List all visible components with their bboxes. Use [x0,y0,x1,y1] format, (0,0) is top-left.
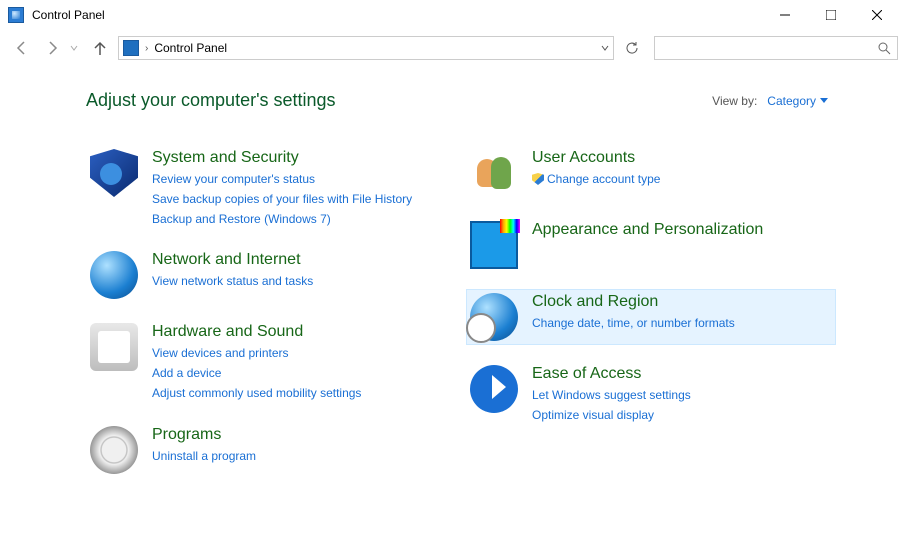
right-column: User Accounts Change account type Appearan… [466,145,836,494]
category-links: Change account type [532,171,660,188]
category-link[interactable]: Change date, time, or number formats [532,315,735,332]
category-title[interactable]: Hardware and Sound [152,323,361,341]
category-ease-access[interactable]: Ease of Access Let Windows suggest settin… [466,361,836,428]
recent-locations-button[interactable] [70,41,82,55]
category-body: Programs Uninstall a program [152,426,256,465]
category-links: Change date, time, or number formats [532,315,735,332]
navigation-bar: › Control Panel [0,30,908,66]
category-body: Clock and Region Change date, time, or nu… [532,293,735,332]
appear-icon [470,221,518,269]
search-icon [877,41,891,55]
category-clock-region[interactable]: Clock and Region Change date, time, or nu… [466,289,836,345]
up-button[interactable] [88,36,112,60]
address-text: Control Panel [154,41,227,55]
category-link[interactable]: View devices and printers [152,345,361,362]
category-link[interactable]: Review your computer's status [152,171,412,188]
category-body: Appearance and Personalization [532,221,763,243]
category-title[interactable]: System and Security [152,149,412,167]
hw-icon [90,323,138,371]
close-button[interactable] [854,0,900,30]
category-hardware[interactable]: Hardware and Sound View devices and print… [86,319,456,405]
category-link[interactable]: Change account type [532,171,660,188]
control-panel-icon [8,7,24,23]
view-by: View by: Category [712,94,828,108]
shield-icon [90,149,138,197]
users-icon [470,149,518,197]
category-body: System and Security Review your computer'… [152,149,412,227]
category-network[interactable]: Network and Internet View network status … [86,247,456,303]
view-by-dropdown[interactable]: Category [767,94,828,108]
category-columns: System and Security Review your computer'… [86,145,908,494]
search-box[interactable] [654,36,898,60]
category-title[interactable]: Network and Internet [152,251,313,269]
chevron-right-icon: › [145,43,148,54]
category-link[interactable]: Adjust commonly used mobility settings [152,385,361,402]
address-dropdown[interactable] [601,44,609,52]
category-title[interactable]: Clock and Region [532,293,735,311]
window-controls [762,0,900,30]
search-input[interactable] [661,41,877,55]
back-button[interactable] [10,36,34,60]
control-panel-icon [123,40,139,56]
category-body: Hardware and Sound View devices and print… [152,323,361,401]
category-link[interactable]: Let Windows suggest settings [532,387,691,404]
category-links: Review your computer's status Save backup… [152,171,412,227]
clock-icon [470,293,518,341]
page-heading: Adjust your computer's settings [86,90,336,111]
refresh-button[interactable] [620,36,644,60]
forward-button[interactable] [40,36,64,60]
category-links: View devices and printers Add a device Adj… [152,345,361,401]
view-by-label: View by: [712,94,757,108]
chevron-down-icon [820,98,828,103]
category-programs[interactable]: Programs Uninstall a program [86,422,456,478]
minimize-button[interactable] [762,0,808,30]
category-link[interactable]: Optimize visual display [532,407,691,424]
category-appearance[interactable]: Appearance and Personalization [466,217,836,273]
category-body: User Accounts Change account type [532,149,660,188]
category-title[interactable]: Appearance and Personalization [532,221,763,239]
category-link[interactable]: Add a device [152,365,361,382]
category-body: Network and Internet View network status … [152,251,313,290]
view-by-value: Category [767,94,816,108]
content-header: Adjust your computer's settings View by:… [86,90,908,111]
content-area: Adjust your computer's settings View by:… [0,66,908,494]
category-link[interactable]: View network status and tasks [152,273,313,290]
address-bar[interactable]: › Control Panel [118,36,614,60]
category-title[interactable]: User Accounts [532,149,660,167]
category-title[interactable]: Ease of Access [532,365,691,383]
category-links: Let Windows suggest settings Optimize vis… [532,387,691,424]
left-column: System and Security Review your computer'… [86,145,456,494]
category-user-accounts[interactable]: User Accounts Change account type [466,145,836,201]
window-title: Control Panel [32,8,105,22]
prog-icon [90,426,138,474]
category-link[interactable]: Backup and Restore (Windows 7) [152,211,412,228]
category-links: Uninstall a program [152,448,256,465]
ease-icon [470,365,518,413]
category-system-security[interactable]: System and Security Review your computer'… [86,145,456,231]
category-body: Ease of Access Let Windows suggest settin… [532,365,691,424]
category-link[interactable]: Uninstall a program [152,448,256,465]
category-links: View network status and tasks [152,273,313,290]
uac-shield-icon [532,173,544,185]
net-icon [90,251,138,299]
window-titlebar: Control Panel [0,0,908,30]
category-link[interactable]: Save backup copies of your files with Fi… [152,191,412,208]
maximize-button[interactable] [808,0,854,30]
category-title[interactable]: Programs [152,426,256,444]
